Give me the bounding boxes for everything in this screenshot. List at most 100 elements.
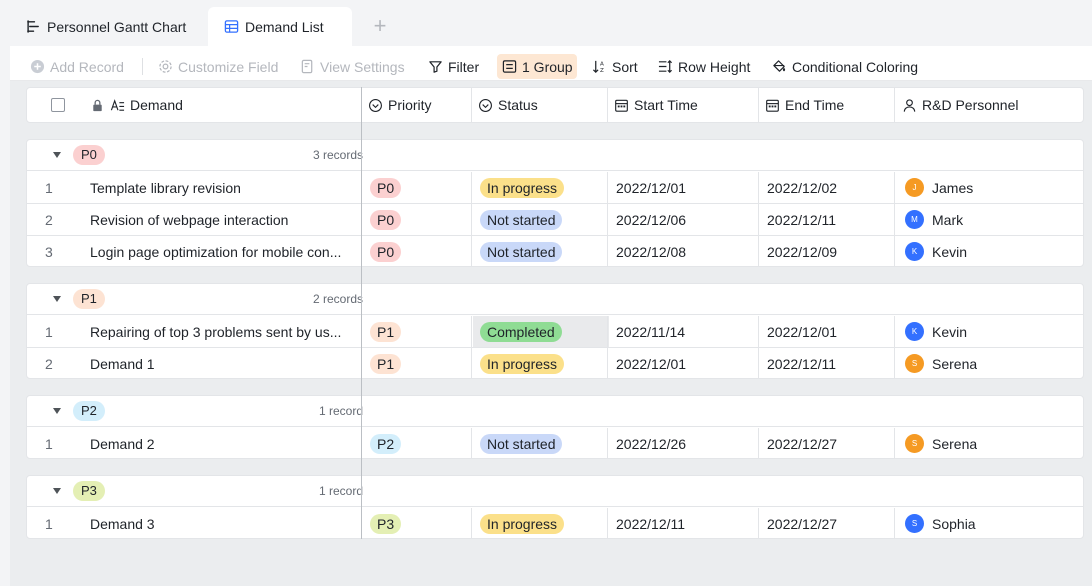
view-settings-button[interactable]: View Settings bbox=[296, 54, 409, 79]
priority-tag: P1 bbox=[370, 321, 402, 342]
column-header-end-time[interactable]: End Time bbox=[765, 88, 844, 122]
conditional-coloring-button[interactable]: Conditional Coloring bbox=[768, 54, 922, 79]
personnel-cell[interactable]: M Mark bbox=[905, 204, 963, 235]
start-time-cell[interactable]: 2022/12/01 bbox=[616, 172, 686, 203]
priority-tag: P0 bbox=[370, 177, 402, 198]
column-header-status[interactable]: Status bbox=[478, 88, 538, 122]
settings-doc-icon bbox=[300, 59, 315, 74]
group-header[interactable]: P0 3 records bbox=[27, 140, 1083, 171]
status-cell[interactable]: Not started bbox=[480, 204, 563, 235]
filter-button[interactable]: Filter bbox=[424, 54, 483, 79]
single-select-icon bbox=[478, 98, 493, 113]
end-time-cell[interactable]: 2022/12/09 bbox=[767, 236, 837, 267]
table-row[interactable]: 1 Repairing of top 3 problems sent by us… bbox=[27, 316, 1083, 348]
start-time-cell[interactable]: 2022/12/01 bbox=[616, 348, 686, 379]
tab-label: Demand List bbox=[245, 18, 324, 35]
tab-demand-list[interactable]: Demand List bbox=[208, 7, 352, 46]
sort-button[interactable]: AZ Sort bbox=[588, 54, 642, 79]
demand-cell[interactable]: Demand 3 bbox=[90, 508, 358, 539]
column-header-priority[interactable]: Priority bbox=[368, 88, 432, 122]
collapse-caret-icon[interactable] bbox=[53, 488, 61, 494]
personnel-cell[interactable]: J James bbox=[905, 172, 973, 203]
row-height-button[interactable]: Row Height bbox=[654, 54, 754, 79]
start-time-cell[interactable]: 2022/12/11 bbox=[616, 508, 685, 539]
row-height-icon bbox=[658, 59, 673, 74]
start-time-cell[interactable]: 2022/12/08 bbox=[616, 236, 686, 267]
status-tag: Not started bbox=[480, 209, 563, 230]
demand-cell[interactable]: Revision of webpage interaction bbox=[90, 204, 358, 235]
start-time-cell[interactable]: 2022/12/06 bbox=[616, 204, 686, 235]
priority-cell[interactable]: P0 bbox=[370, 204, 402, 235]
table-row[interactable]: 1 Template library revision P0 In progre… bbox=[27, 172, 1083, 204]
status-tag: Not started bbox=[480, 241, 563, 262]
column-divider bbox=[607, 316, 608, 378]
end-time-cell[interactable]: 2022/12/01 bbox=[767, 316, 837, 347]
column-header-start-time[interactable]: Start Time bbox=[614, 88, 698, 122]
svg-text:Z: Z bbox=[600, 68, 604, 74]
status-cell[interactable]: Completed bbox=[480, 316, 562, 347]
collapse-caret-icon[interactable] bbox=[53, 152, 61, 158]
end-time-cell[interactable]: 2022/12/27 bbox=[767, 508, 837, 539]
demand-cell[interactable]: Template library revision bbox=[90, 172, 358, 203]
priority-cell[interactable]: P0 bbox=[370, 172, 402, 203]
demand-cell[interactable]: Demand 2 bbox=[90, 428, 358, 459]
select-all-checkbox[interactable] bbox=[51, 88, 65, 122]
demand-cell[interactable]: Login page optimization for mobile con..… bbox=[90, 236, 358, 267]
personnel-cell[interactable]: K Kevin bbox=[905, 236, 967, 267]
personnel-cell[interactable]: S Serena bbox=[905, 348, 977, 379]
start-time-cell[interactable]: 2022/11/14 bbox=[616, 316, 685, 347]
priority-cell[interactable]: P1 bbox=[370, 348, 402, 379]
table-row[interactable]: 2 Demand 1 P1 In progress 2022/12/01 202… bbox=[27, 348, 1083, 380]
start-time-cell[interactable]: 2022/12/26 bbox=[616, 428, 686, 459]
end-time-cell[interactable]: 2022/12/27 bbox=[767, 428, 837, 459]
table-row[interactable]: 3 Login page optimization for mobile con… bbox=[27, 236, 1083, 268]
group-p3: P3 1 record 1 Demand 3 P3 In progress 20… bbox=[26, 475, 1084, 539]
priority-cell[interactable]: P1 bbox=[370, 316, 402, 347]
end-time-cell[interactable]: 2022/12/11 bbox=[767, 348, 836, 379]
person-name: Mark bbox=[932, 211, 964, 228]
add-record-button[interactable]: Add Record bbox=[26, 54, 128, 79]
group-record-count: 1 record bbox=[318, 404, 363, 418]
avatar: K bbox=[905, 242, 924, 261]
group-button[interactable]: 1 Group bbox=[497, 54, 577, 79]
status-cell[interactable]: Not started bbox=[480, 236, 563, 267]
status-cell[interactable]: In progress bbox=[480, 508, 565, 539]
group-header[interactable]: P2 1 record bbox=[27, 396, 1083, 427]
column-divider bbox=[894, 508, 895, 538]
group-header[interactable]: P1 2 records bbox=[27, 284, 1083, 315]
column-divider bbox=[894, 172, 895, 266]
end-time-cell[interactable]: 2022/12/11 bbox=[767, 204, 836, 235]
column-header-rd-personnel[interactable]: R&D Personnel bbox=[902, 88, 1019, 122]
calendar-icon bbox=[614, 98, 629, 113]
group-header[interactable]: P3 1 record bbox=[27, 476, 1083, 507]
group-label: P3 bbox=[73, 481, 105, 501]
collapse-caret-icon[interactable] bbox=[53, 408, 61, 414]
tab-personnel-gantt-chart[interactable]: Personnel Gantt Chart bbox=[10, 7, 202, 46]
customize-field-button[interactable]: Customize Field bbox=[154, 54, 282, 79]
demand-cell[interactable]: Demand 1 bbox=[90, 348, 358, 379]
personnel-cell[interactable]: S Serena bbox=[905, 428, 977, 459]
group-p0: P0 3 records 1 Template library revision… bbox=[26, 139, 1084, 267]
column-divider bbox=[758, 316, 759, 378]
table-row[interactable]: 2 Revision of webpage interaction P0 Not… bbox=[27, 204, 1083, 236]
priority-cell[interactable]: P0 bbox=[370, 236, 402, 267]
tab-label: Personnel Gantt Chart bbox=[47, 18, 187, 35]
status-cell[interactable]: In progress bbox=[480, 348, 565, 379]
personnel-cell[interactable]: K Kevin bbox=[905, 316, 967, 347]
column-divider bbox=[894, 428, 895, 458]
priority-cell[interactable]: P3 bbox=[370, 508, 402, 539]
status-cell[interactable]: Not started bbox=[480, 428, 563, 459]
column-header-demand[interactable]: Demand bbox=[90, 88, 183, 122]
status-cell[interactable]: In progress bbox=[480, 172, 565, 203]
table-row[interactable]: 1 Demand 2 P2 Not started 2022/12/26 202… bbox=[27, 428, 1083, 460]
collapse-caret-icon[interactable] bbox=[53, 296, 61, 302]
person-name: Serena bbox=[932, 355, 978, 372]
add-view-button[interactable]: + bbox=[368, 14, 392, 38]
personnel-cell[interactable]: S Sophia bbox=[905, 508, 976, 539]
column-divider bbox=[607, 508, 608, 538]
end-time-cell[interactable]: 2022/12/02 bbox=[767, 172, 837, 203]
demand-cell[interactable]: Repairing of top 3 problems sent by us..… bbox=[90, 316, 358, 347]
priority-cell[interactable]: P2 bbox=[370, 428, 402, 459]
table-row[interactable]: 1 Demand 3 P3 In progress 2022/12/11 202… bbox=[27, 508, 1083, 540]
column-divider bbox=[894, 316, 895, 378]
